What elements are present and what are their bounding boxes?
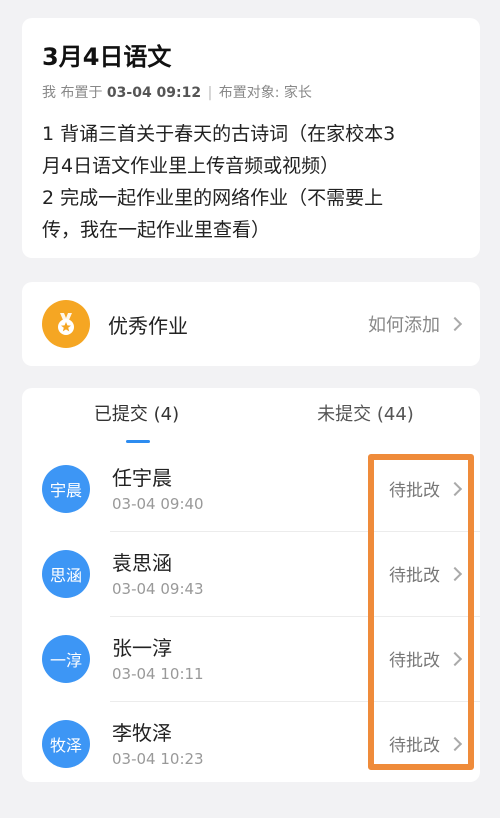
avatar: 一淳 (42, 634, 90, 683)
submit-time: 03-04 10:11 (112, 664, 204, 683)
submit-time: 03-04 09:40 (112, 494, 204, 513)
student-name: 张一淳 (112, 635, 172, 660)
review-status-button[interactable]: 待批改 (389, 731, 463, 756)
status-text: 待批改 (389, 651, 440, 671)
avatar: 宇晨 (42, 464, 90, 513)
chevron-right-icon (447, 651, 463, 666)
submission-row[interactable]: 牧泽 李牧泽 03-04 10:23 待批改 (22, 701, 480, 786)
meta-separator: | (207, 85, 213, 101)
chevron-right-icon (447, 566, 463, 581)
content-line: 月4日语文作业里上传音频或视频） (42, 155, 340, 177)
content-line: 传，我在一起作业里查看） (42, 219, 271, 241)
content-line: 1 背诵三首关于春天的古诗词（在家校本3 (42, 123, 396, 145)
how-to-add-text: 如何添加 (368, 315, 440, 336)
medal-icon (42, 300, 90, 348)
submission-list-card: 已提交 (4) 未提交 (44) 宇晨 任宇晨 03-04 09:40 待批改 … (22, 388, 480, 782)
tab-submitted[interactable]: 已提交 (4) (22, 388, 251, 446)
meta-author: 我 布置于 (42, 85, 103, 101)
homework-title: 3月4日语文 (42, 43, 172, 71)
status-text: 待批改 (389, 481, 440, 501)
chevron-right-icon (447, 481, 463, 496)
submission-row[interactable]: 一淳 张一淳 03-04 10:11 待批改 (22, 616, 480, 701)
student-info: 任宇晨 03-04 09:40 (112, 465, 389, 513)
submission-tabs: 已提交 (4) 未提交 (44) (22, 388, 480, 446)
submission-row[interactable]: 思涵 袁思涵 03-04 09:43 待批改 (22, 531, 480, 616)
student-name: 袁思涵 (112, 550, 172, 575)
review-status-button[interactable]: 待批改 (389, 561, 463, 586)
homework-detail-card: 3月4日语文 我 布置于 03-04 09:12 | 布置对象: 家长 1 背诵… (22, 18, 480, 258)
student-info: 袁思涵 03-04 09:43 (112, 550, 389, 598)
status-text: 待批改 (389, 566, 440, 586)
tab-not-submitted[interactable]: 未提交 (44) (251, 388, 480, 446)
excellent-work-label: 优秀作业 (108, 313, 188, 338)
avatar: 牧泽 (42, 719, 90, 768)
student-info: 李牧泽 03-04 10:23 (112, 720, 389, 768)
submit-time: 03-04 09:43 (112, 579, 204, 598)
review-status-button[interactable]: 待批改 (389, 646, 463, 671)
student-info: 张一淳 03-04 10:11 (112, 635, 389, 683)
review-status-button[interactable]: 待批改 (389, 476, 463, 501)
chevron-right-icon (447, 316, 463, 332)
meta-time: 03-04 09:12 (106, 85, 202, 101)
student-name: 李牧泽 (112, 720, 172, 745)
submission-row[interactable]: 宇晨 任宇晨 03-04 09:40 待批改 (22, 446, 480, 531)
student-name: 任宇晨 (112, 465, 172, 490)
meta-target: 布置对象: 家长 (218, 85, 312, 101)
homework-meta: 我 布置于 03-04 09:12 | 布置对象: 家长 (42, 84, 460, 102)
how-to-add-link[interactable]: 如何添加 (368, 311, 463, 337)
chevron-right-icon (447, 736, 463, 751)
excellent-work-card[interactable]: 优秀作业 如何添加 (22, 282, 480, 366)
content-line: 2 完成一起作业里的网络作业（不需要上 (42, 187, 384, 209)
homework-content: 1 背诵三首关于春天的古诗词（在家校本3 月4日语文作业里上传音频或视频） 2 … (42, 118, 460, 246)
submit-time: 03-04 10:23 (112, 749, 204, 768)
status-text: 待批改 (389, 736, 440, 756)
avatar: 思涵 (42, 549, 90, 598)
active-tab-indicator (126, 440, 150, 443)
